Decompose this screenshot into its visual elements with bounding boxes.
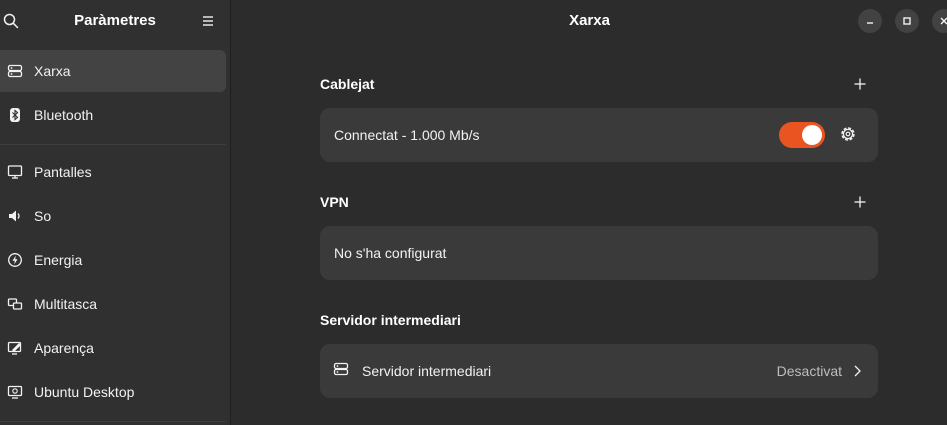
sidebar-divider [0,144,226,145]
sidebar-item-label: Xarxa [34,63,71,79]
sidebar-item-label: So [34,208,52,224]
bluetooth-icon [0,107,30,123]
sidebar-item-ubuntu-desktop[interactable]: Ubuntu Desktop [0,371,226,413]
wired-connection-row: Connectat - 1.000 Mb/s [320,108,878,162]
sidebar-item-multitasca[interactable]: Multitasca [0,283,226,325]
wired-connection-label: Connectat - 1.000 Mb/s [334,127,480,143]
hamburger-menu-icon[interactable] [199,12,217,30]
sidebar-item-label: Energia [34,252,83,268]
close-icon [940,17,947,25]
speaker-icon [0,208,30,224]
sidebar-item-label: Aparença [34,340,94,356]
ubuntu-desktop-icon [0,384,30,400]
plus-icon [854,196,866,208]
wired-section-title: Cablejat [320,76,375,92]
proxy-section-title: Servidor intermediari [320,312,461,328]
add-vpn-button[interactable] [852,194,868,210]
sidebar-item-label: Pantalles [34,164,92,180]
sidebar-title: Paràmetres [74,12,156,29]
sidebar-item-so[interactable]: So [0,195,226,237]
sidebar-item-label: Multitasca [34,296,98,312]
gear-icon[interactable] [839,125,857,143]
main-panel: Xarxa Cablejat Connectat - 1.000 Mb/s VP… [232,0,947,425]
network-icon [0,63,30,79]
plus-icon [854,78,866,90]
sidebar-item-energia[interactable]: Energia [0,239,226,281]
proxy-status-value: Desactivat [776,363,842,379]
vpn-status-row: No s'ha configurat [320,226,878,280]
appearance-icon [0,340,30,356]
toggle-knob [802,125,822,145]
close-button[interactable] [932,9,947,33]
display-icon [0,164,30,180]
proxy-row[interactable]: Servidor intermediari Desactivat [320,344,878,398]
wired-toggle[interactable] [779,122,825,148]
sidebar-item-label: Ubuntu Desktop [34,384,135,400]
chevron-right-icon [852,364,862,378]
maximize-button[interactable] [895,9,919,33]
vpn-section-title: VPN [320,194,349,210]
sidebar-header: Paràmetres [0,0,230,42]
network-server-icon [333,361,349,377]
power-icon [0,252,30,268]
vpn-status-label: No s'ha configurat [334,245,447,261]
sidebar-item-pantalles[interactable]: Pantalles [0,151,226,193]
sidebar-item-xarxa[interactable]: Xarxa [0,50,226,92]
maximize-icon [903,17,911,25]
sidebar-item-label: Bluetooth [34,107,94,123]
proxy-row-label: Servidor intermediari [362,363,492,379]
sidebar-divider [0,421,226,422]
minimize-icon [867,22,873,24]
sidebar-item-bluetooth[interactable]: Bluetooth [0,94,226,136]
add-wired-button[interactable] [852,76,868,92]
page-title: Xarxa [569,12,610,29]
sidebar: Paràmetres Xarxa Bluetooth Pantalles So [0,0,231,425]
multitasking-icon [0,296,30,312]
sidebar-item-aparenca[interactable]: Aparença [0,327,226,369]
minimize-button[interactable] [858,9,882,33]
